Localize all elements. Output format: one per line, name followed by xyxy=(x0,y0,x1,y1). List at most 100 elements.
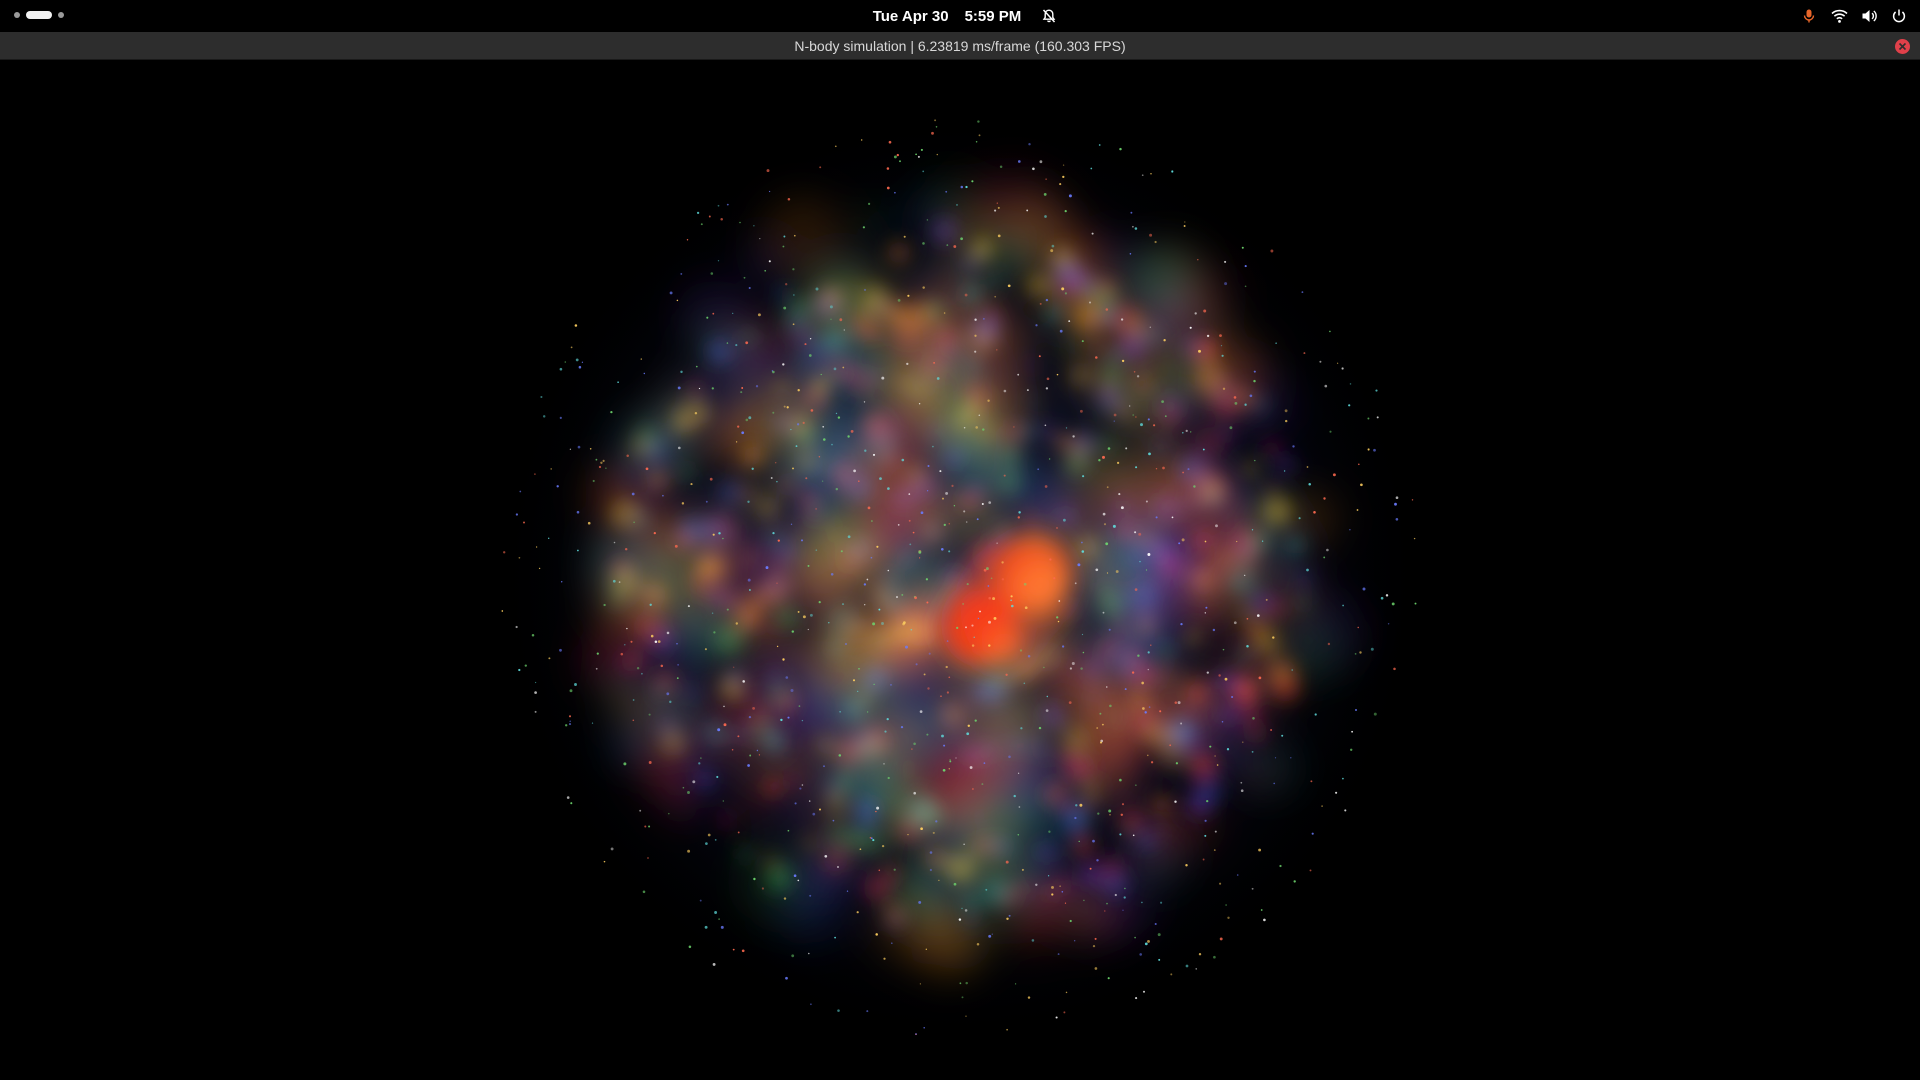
particle-blob xyxy=(793,422,816,445)
particle-point xyxy=(801,539,803,542)
volume-icon[interactable] xyxy=(1860,7,1878,25)
particle-point xyxy=(709,477,713,481)
particle-blob xyxy=(670,399,701,430)
power-icon[interactable] xyxy=(1890,7,1908,25)
particle-point xyxy=(561,581,563,583)
particle-point xyxy=(1349,529,1351,531)
particle-blob xyxy=(1194,362,1226,395)
particle-blob xyxy=(679,465,694,481)
particle-point xyxy=(914,596,917,600)
system-tray[interactable] xyxy=(1800,0,1908,32)
particle-point xyxy=(1115,570,1119,573)
particle-point xyxy=(971,644,975,647)
particle-point xyxy=(1048,830,1051,833)
particle-point xyxy=(845,643,847,645)
particle-point xyxy=(639,809,642,812)
particle-point xyxy=(1017,160,1021,163)
particle-point xyxy=(1204,819,1207,822)
particle-point xyxy=(603,860,606,863)
particle-point xyxy=(1135,784,1137,786)
particle-point xyxy=(1242,741,1244,743)
particle-point xyxy=(716,775,719,779)
particle-point xyxy=(782,363,785,366)
particle-point xyxy=(1244,285,1247,288)
particle-point xyxy=(737,735,740,738)
particle-point xyxy=(1121,359,1125,363)
particle-point xyxy=(1261,540,1264,542)
particle-point xyxy=(687,791,690,794)
particle-point xyxy=(686,239,689,241)
particle-point xyxy=(920,827,923,831)
workspace-active[interactable] xyxy=(26,11,52,19)
particle-point xyxy=(919,983,922,985)
particle-point xyxy=(1046,695,1049,698)
particle-point xyxy=(1160,901,1163,904)
particle-point xyxy=(1246,617,1249,620)
particle-point xyxy=(1348,404,1351,407)
particle-point xyxy=(1059,885,1061,887)
particle-point xyxy=(648,825,651,828)
particle-point xyxy=(776,582,778,584)
particle-point xyxy=(1108,628,1111,631)
particle-point xyxy=(918,550,922,554)
particle-point xyxy=(1096,727,1099,729)
particle-point xyxy=(912,531,915,534)
particle-blob xyxy=(1242,459,1261,477)
particle-point xyxy=(1233,621,1237,625)
particle-point xyxy=(1121,803,1125,806)
particle-blob xyxy=(1065,339,1078,352)
particle-point xyxy=(971,180,974,183)
particle-blob xyxy=(1026,397,1037,408)
particle-point xyxy=(1043,193,1047,196)
particle-point xyxy=(847,535,851,539)
particle-point xyxy=(1204,834,1207,837)
particle-point xyxy=(1118,493,1121,496)
particle-point xyxy=(1244,403,1247,406)
particle-point xyxy=(802,615,806,619)
particle-point xyxy=(650,634,654,638)
particle-blob xyxy=(1193,529,1214,551)
particle-point xyxy=(793,234,796,237)
particle-point xyxy=(875,933,878,936)
particle-point xyxy=(988,501,992,504)
particle-blob xyxy=(714,624,744,654)
particle-point xyxy=(1141,174,1144,177)
particle-point xyxy=(753,877,756,881)
workspace-indicator[interactable] xyxy=(14,11,64,19)
particle-point xyxy=(660,664,664,668)
workspace-dot[interactable] xyxy=(58,12,64,18)
particle-point xyxy=(723,705,725,708)
particle-point xyxy=(1106,486,1109,489)
particle-point xyxy=(1292,445,1295,448)
workspace-dot[interactable] xyxy=(14,12,20,18)
particle-blob xyxy=(835,774,852,791)
particle-point xyxy=(632,699,635,701)
particle-point xyxy=(574,324,578,327)
particle-blob xyxy=(764,853,777,866)
particle-blob xyxy=(1074,278,1093,297)
particle-blob xyxy=(974,810,985,822)
particle-point xyxy=(796,423,800,426)
wifi-icon[interactable] xyxy=(1830,7,1848,25)
particle-blob xyxy=(863,872,893,902)
particle-point xyxy=(969,766,973,769)
particle-point xyxy=(1293,880,1296,883)
microphone-icon[interactable] xyxy=(1800,7,1818,25)
particle-blob xyxy=(846,474,874,502)
clock-button[interactable]: Tue Apr 30 5:59 PM xyxy=(873,8,1058,25)
particle-point xyxy=(1185,863,1188,867)
particle-point xyxy=(735,441,738,443)
particle-blob xyxy=(1086,786,1098,798)
particle-point xyxy=(973,636,975,638)
particle-point xyxy=(1212,628,1216,632)
particle-point xyxy=(793,874,797,878)
particle-blob xyxy=(1204,490,1221,507)
particle-point xyxy=(538,567,541,570)
particle-point xyxy=(1203,309,1207,313)
particle-point xyxy=(976,518,979,521)
close-button[interactable] xyxy=(1895,39,1910,54)
particle-point xyxy=(1005,860,1009,864)
particle-point xyxy=(748,715,752,719)
simulation-canvas[interactable] xyxy=(0,60,1920,1080)
window-title-bar[interactable]: N-body simulation | 6.23819 ms/frame (16… xyxy=(0,32,1920,60)
